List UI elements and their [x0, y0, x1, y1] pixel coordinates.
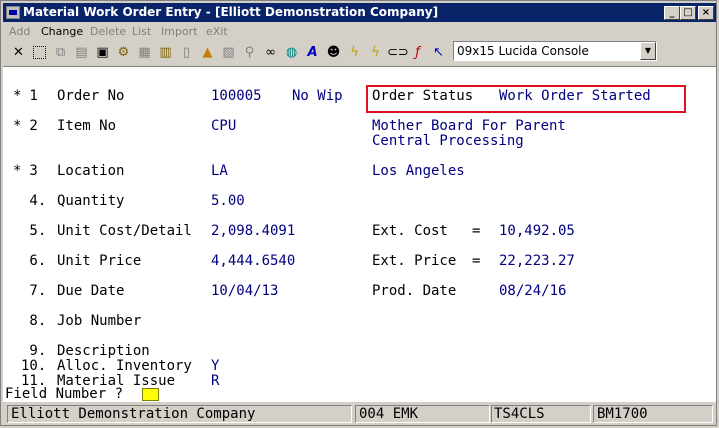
quantity-value[interactable]: 5.00	[211, 194, 245, 209]
order-status-value: Work Order Started	[499, 88, 651, 104]
field-9-number: 9.	[21, 343, 47, 359]
file-icon[interactable]: ▯	[177, 43, 196, 62]
field-3-number: 3	[21, 163, 38, 179]
ext-price-value: 22,223.27	[499, 253, 575, 269]
app-icon[interactable]	[6, 6, 20, 19]
field-9-label[interactable]: Description	[57, 344, 150, 359]
item-description-1: Mother Board For Parent	[372, 118, 566, 134]
status-terminal: TS4CLS	[491, 405, 591, 423]
location-value[interactable]: LA	[211, 164, 228, 179]
close-x-icon[interactable]: ✕	[9, 43, 28, 62]
menu-import[interactable]: Import	[161, 23, 198, 41]
unit-cost-value[interactable]: 2,098.4091	[211, 224, 295, 239]
gear-icon[interactable]: ⚙	[114, 43, 133, 62]
input-cursor[interactable]	[142, 388, 159, 401]
field-7-number: 7.	[21, 283, 47, 299]
field-10-label[interactable]: Alloc. Inventory	[57, 359, 192, 374]
field-3-label[interactable]: Location	[57, 164, 124, 179]
arrow-question-icon[interactable]: ↖	[429, 43, 448, 62]
form-screen: * 1 Order No 100005 No Wip Order Status …	[3, 66, 716, 402]
field-8-label[interactable]: Job Number	[57, 314, 141, 329]
status-program: BM1700	[593, 405, 713, 423]
alloc-inventory-value[interactable]: Y	[211, 359, 219, 374]
due-date-value[interactable]: 10/04/13	[211, 284, 278, 299]
app-window: Material Work Order Entry - [Elliott Dem…	[0, 0, 717, 426]
notes-icon[interactable]: ▥	[156, 43, 175, 62]
field-2-number: 2	[21, 118, 38, 134]
font-select[interactable]: 09x15 Lucida Console ▼	[453, 41, 657, 61]
prompt-line: Field Number ?	[3, 387, 716, 402]
ext-cost-equals: =	[472, 223, 481, 239]
field-5-label[interactable]: Unit Cost/Detail	[57, 224, 192, 239]
field-number-prompt: Field Number ?	[5, 386, 124, 402]
paste-icon[interactable]: ▤	[72, 43, 91, 62]
binoculars-icon[interactable]: ∞	[261, 43, 280, 62]
order-no-value[interactable]: 100005	[211, 89, 262, 104]
chevron-down-icon[interactable]: ▼	[640, 42, 656, 60]
item-description-2: Central Processing	[372, 133, 524, 149]
ext-cost-label: Ext. Cost	[372, 223, 448, 239]
field-1-label[interactable]: Order No	[57, 89, 124, 104]
prod-date-label: Prod. Date	[372, 283, 457, 299]
menu-exit[interactable]: eXit	[206, 23, 228, 41]
menu-change[interactable]: Change	[41, 23, 83, 41]
link-icon[interactable]: ⊂⊃	[387, 43, 409, 62]
bell-icon[interactable]: ▲	[198, 43, 217, 62]
window-title: Material Work Order Entry - [Elliott Dem…	[23, 5, 439, 19]
field-6-label[interactable]: Unit Price	[57, 254, 141, 269]
prod-date-value: 08/24/16	[499, 283, 567, 299]
maximize-button[interactable]: □	[680, 6, 696, 20]
title-bar[interactable]: Material Work Order Entry - [Elliott Dem…	[3, 3, 716, 22]
window-icon[interactable]: ▦	[135, 43, 154, 62]
field-5-number: 5.	[21, 223, 47, 239]
field-6-number: 6.	[21, 253, 47, 269]
function-icon[interactable]: ƒ	[408, 43, 427, 62]
field-1-number: 1	[21, 88, 38, 104]
menu-delete[interactable]: Delete	[90, 23, 126, 41]
status-company: Elliott Demonstration Company	[7, 405, 352, 423]
menu-bar: Add Change Delete List Import eXit	[3, 23, 716, 41]
status-bar: Elliott Demonstration Company 004 EMK TS…	[3, 403, 716, 425]
field-8-number: 8.	[21, 313, 47, 329]
copy-icon[interactable]: ⧉	[51, 43, 70, 62]
ext-cost-value: 10,492.05	[499, 223, 575, 239]
field-2-label[interactable]: Item No	[57, 119, 116, 134]
lightning-icon[interactable]: ϟ	[345, 43, 364, 62]
menu-add[interactable]: Add	[9, 23, 30, 41]
order-status-label: Order Status	[372, 88, 474, 104]
search-icon[interactable]: ⚲	[240, 43, 259, 62]
no-wip-value: No Wip	[292, 88, 343, 104]
paint-icon[interactable]: ▧	[219, 43, 238, 62]
close-button[interactable]: ×	[698, 6, 714, 20]
font-select-value: 09x15 Lucida Console	[457, 44, 589, 58]
location-description: Los Angeles	[372, 163, 465, 179]
field-10-number: 10.	[21, 358, 47, 374]
font-icon[interactable]: A	[303, 43, 322, 62]
unit-price-value[interactable]: 4,444.6540	[211, 254, 295, 269]
field-4-number: 4.	[21, 193, 47, 209]
toolbox-icon[interactable]: ▣	[93, 43, 112, 62]
status-user: 004 EMK	[355, 405, 490, 423]
contact-icon[interactable]: ☻	[324, 43, 343, 62]
select-box-icon[interactable]	[30, 43, 49, 62]
menu-list[interactable]: List	[132, 23, 151, 41]
field-4-label[interactable]: Quantity	[57, 194, 124, 209]
item-no-value[interactable]: CPU	[211, 119, 236, 134]
lightning-help-icon[interactable]: ϟ	[366, 43, 385, 62]
ext-price-label: Ext. Price	[372, 253, 457, 269]
globe-icon[interactable]: ◍	[282, 43, 301, 62]
minimize-button[interactable]: _	[664, 6, 680, 20]
field-7-label[interactable]: Due Date	[57, 284, 124, 299]
ext-price-equals: =	[472, 253, 481, 269]
